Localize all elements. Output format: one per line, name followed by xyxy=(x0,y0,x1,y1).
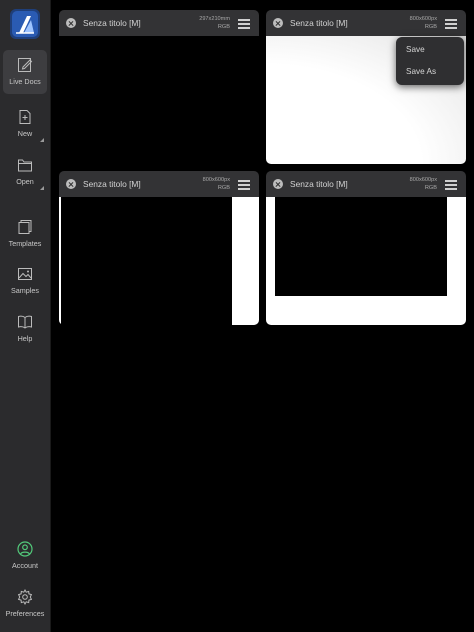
document-menu-button[interactable] xyxy=(445,18,457,29)
sidebar-item-label: Samples xyxy=(11,286,39,295)
gear-icon xyxy=(17,588,33,606)
sidebar-item-open[interactable]: Open xyxy=(3,150,47,194)
document-menu-button[interactable] xyxy=(445,179,457,190)
document-color-mode: RGB xyxy=(424,24,437,30)
document-thumbnail[interactable] xyxy=(59,197,259,325)
document-menu-button[interactable] xyxy=(238,18,250,29)
sidebar-item-label: Account xyxy=(12,561,38,570)
document-menu-button[interactable] xyxy=(238,179,250,190)
edit-document-icon xyxy=(18,58,33,72)
close-document-icon[interactable] xyxy=(66,18,76,28)
close-document-icon[interactable] xyxy=(273,18,283,28)
document-card[interactable]: Senza titolo [M] 800x600px RGB xyxy=(266,171,466,325)
expand-corner-icon xyxy=(40,186,44,190)
image-icon xyxy=(18,268,32,280)
document-thumbnail[interactable] xyxy=(59,36,259,164)
document-card[interactable]: Senza titolo [M] 297x210mm RGB xyxy=(59,10,259,164)
sidebar-item-label: Open xyxy=(16,177,34,186)
close-document-icon[interactable] xyxy=(273,179,283,189)
templates-icon xyxy=(18,220,32,234)
document-title: Senza titolo [M] xyxy=(290,18,348,28)
sidebar-item-samples[interactable]: Samples xyxy=(3,259,47,303)
document-meta: 800x600px RGB xyxy=(410,176,437,192)
document-card-header: Senza titolo [M] 800x600px RGB xyxy=(266,10,466,36)
document-context-menu: Save Save As xyxy=(396,37,464,85)
book-icon xyxy=(18,315,32,329)
sidebar-item-help[interactable]: Help xyxy=(3,307,47,351)
document-title: Senza titolo [M] xyxy=(83,179,141,189)
document-card-header: Senza titolo [M] 800x600px RGB xyxy=(266,171,466,197)
new-document-icon xyxy=(19,110,31,124)
document-color-mode: RGB xyxy=(424,185,437,191)
close-document-icon[interactable] xyxy=(66,179,76,189)
app-logo-icon[interactable] xyxy=(10,9,40,39)
menu-item-save-as[interactable]: Save As xyxy=(406,67,436,76)
menu-item-save[interactable]: Save xyxy=(406,45,425,54)
sidebar-item-new[interactable]: New xyxy=(3,102,47,146)
document-card[interactable]: Senza titolo [M] 800x600px RGB xyxy=(59,171,259,325)
sidebar-item-label: Preferences xyxy=(5,609,45,618)
document-color-mode: RGB xyxy=(217,185,230,191)
document-size: 800x600px xyxy=(409,177,437,183)
document-size: 800x600px xyxy=(202,177,230,183)
sidebar-item-label: Live Docs xyxy=(9,77,41,86)
document-meta: 800x600px RGB xyxy=(410,15,437,31)
document-card-header: Senza titolo [M] 297x210mm RGB xyxy=(59,10,259,36)
document-meta: 297x210mm RGB xyxy=(199,15,230,31)
sidebar: Live Docs New Open Templates Samples Hel… xyxy=(0,0,51,632)
document-color-mode: RGB xyxy=(217,24,230,30)
document-size: 800x600px xyxy=(409,16,437,22)
document-thumbnail[interactable] xyxy=(266,197,466,325)
sidebar-item-label: New xyxy=(17,129,33,138)
sidebar-item-live-docs[interactable]: Live Docs xyxy=(3,50,47,94)
sidebar-item-label: Templates xyxy=(8,239,42,248)
document-title: Senza titolo [M] xyxy=(290,179,348,189)
sidebar-item-label: Help xyxy=(17,334,33,343)
sidebar-item-preferences[interactable]: Preferences xyxy=(3,582,47,626)
document-card[interactable]: Senza titolo [M] 800x600px RGB xyxy=(266,10,466,164)
sidebar-item-templates[interactable]: Templates xyxy=(3,212,47,256)
document-meta: 800x600px RGB xyxy=(203,176,230,192)
user-circle-icon xyxy=(17,541,33,557)
sidebar-item-account[interactable]: Account xyxy=(3,534,47,578)
expand-corner-icon xyxy=(40,138,44,142)
document-title: Senza titolo [M] xyxy=(83,18,141,28)
document-size: 297x210mm xyxy=(199,16,230,22)
folder-icon xyxy=(18,159,32,172)
document-card-header: Senza titolo [M] 800x600px RGB xyxy=(59,171,259,197)
